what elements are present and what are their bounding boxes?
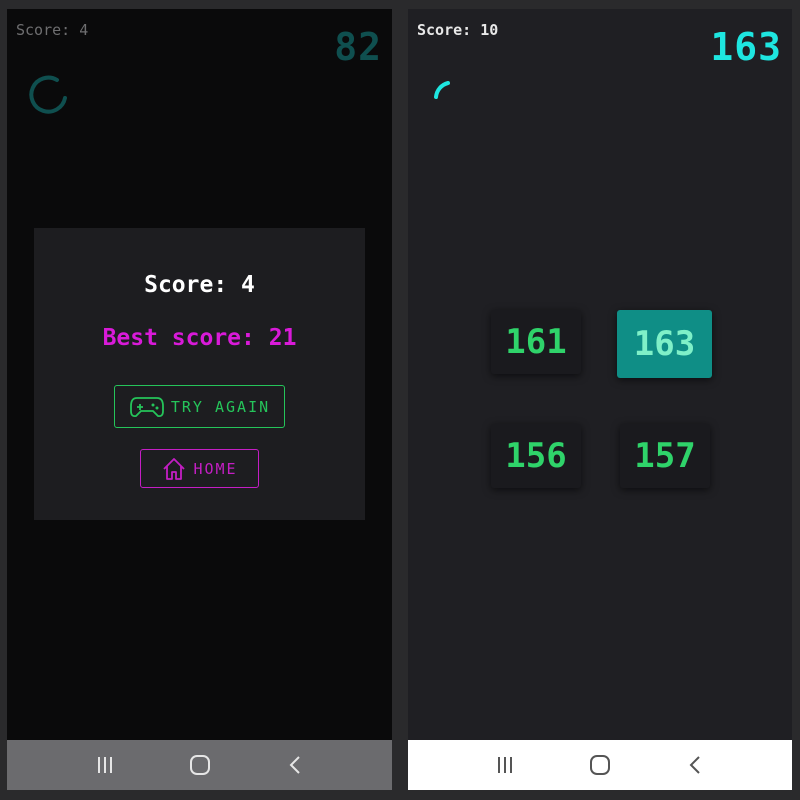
choice-tile[interactable]: 161 [491,310,581,374]
final-score: Score: 4 [144,272,255,298]
system-nav-bar [7,740,392,790]
choice-tile[interactable]: 156 [491,424,581,488]
score-label: Score: 10 [417,21,499,39]
back-icon [289,756,300,774]
gameplay-screen: Score: 10 163 161 163 156 157 [408,9,792,790]
choice-tile[interactable]: 157 [620,424,710,488]
house-icon [163,457,186,480]
target-number: 82 [334,25,382,69]
home-nav-button[interactable] [580,745,620,785]
back-button[interactable] [675,745,715,785]
recent-apps-icon [498,757,513,773]
back-button[interactable] [275,745,315,785]
recent-apps-button[interactable] [485,745,525,785]
timer-ring-icon [434,81,450,99]
gamepad-icon [129,396,164,417]
try-again-button[interactable]: TRY AGAIN [114,385,285,428]
try-again-label: TRY AGAIN [170,397,271,416]
system-nav-bar [408,740,792,790]
recent-apps-icon [97,757,112,773]
score-label: Score: 4 [16,21,89,39]
home-icon [589,755,610,775]
choice-tile-selected[interactable]: 163 [617,310,712,378]
home-label: HOME [193,459,238,478]
home-nav-button[interactable] [180,745,220,785]
back-icon [689,756,700,774]
home-icon [189,755,210,775]
target-number: 163 [710,25,782,69]
best-score: Best score: 21 [102,325,297,351]
game-over-screen: Score: 4 82 Score: 4 Best score: 21 TRY … [7,9,392,790]
game-over-dialog: Score: 4 Best score: 21 TRY AGAIN HOME [34,228,365,520]
recent-apps-button[interactable] [85,745,125,785]
home-button[interactable]: HOME [140,449,259,488]
timer-ring-icon [29,75,67,114]
